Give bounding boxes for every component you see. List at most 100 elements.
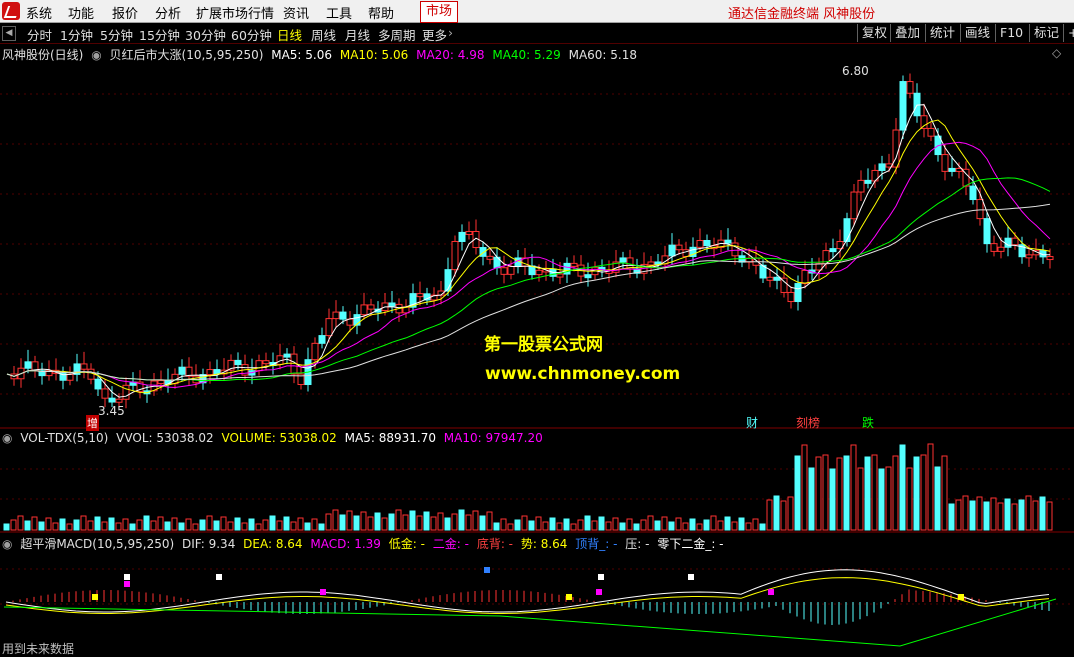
period-multi[interactable]: 多周期 xyxy=(378,25,416,44)
volume-value-label: VOLUME: 53038.02 xyxy=(221,431,337,445)
candle-body xyxy=(787,291,795,303)
marker-cai[interactable]: 财 xyxy=(746,414,758,431)
volume-bar xyxy=(381,517,388,531)
volume-indicator-name[interactable]: VOL-TDX(5,10) xyxy=(20,431,108,445)
period-intraday[interactable]: 分时 xyxy=(27,25,52,44)
add-button[interactable]: + xyxy=(1063,24,1074,42)
volume-bar xyxy=(353,515,360,531)
volume-bar xyxy=(255,523,262,531)
volume-bar xyxy=(633,523,640,531)
candle-body xyxy=(206,369,214,376)
candle-body xyxy=(360,304,368,316)
candle-body xyxy=(1004,237,1012,248)
volume-bar xyxy=(101,521,108,531)
volume-bar xyxy=(990,497,997,531)
volume-bar xyxy=(1025,495,1032,531)
candle-body xyxy=(556,273,564,278)
marker-die[interactable]: 跌 xyxy=(862,414,874,431)
period-weekly[interactable]: 周线 xyxy=(311,25,336,44)
volume-bar xyxy=(171,517,178,531)
vvol-label: VVOL: 53038.02 xyxy=(116,431,214,445)
menu-item-analysis[interactable]: 分析 xyxy=(155,3,181,22)
candle-body xyxy=(703,240,711,247)
overlay-button[interactable]: 叠加 xyxy=(890,24,924,42)
candle-body xyxy=(990,243,998,252)
candle-body xyxy=(570,262,578,267)
volume-bar xyxy=(549,517,556,531)
candle-body xyxy=(262,360,270,365)
period-1min[interactable]: 1分钟 xyxy=(60,25,93,44)
period-monthly[interactable]: 月线 xyxy=(345,25,370,44)
menu-item-quote[interactable]: 报价 xyxy=(112,3,138,22)
signal-marker xyxy=(958,594,964,600)
menu-item-extended-market[interactable]: 扩展市场行情 xyxy=(196,3,274,22)
draw-line-button[interactable]: 画线 xyxy=(960,24,994,42)
menu-item-system[interactable]: 系统 xyxy=(26,3,52,22)
volume-bar xyxy=(703,519,710,531)
more-chevron-icon[interactable]: › xyxy=(448,25,453,40)
app-logo-icon[interactable] xyxy=(2,2,20,20)
ma40-label: MA40: 5.29 xyxy=(492,48,561,62)
volume-bar xyxy=(857,467,864,531)
candle-body xyxy=(339,311,347,320)
statistics-button[interactable]: 统计 xyxy=(925,24,959,42)
market-tab[interactable]: 市场 xyxy=(420,1,458,23)
f10-button[interactable]: F10 xyxy=(995,24,1027,42)
volume-bar xyxy=(570,523,577,531)
volume-bar xyxy=(738,517,745,531)
ma10-label: MA10: 5.06 xyxy=(339,48,409,62)
volume-bar xyxy=(290,521,297,531)
volume-bar xyxy=(178,522,185,531)
volume-bar xyxy=(472,510,479,531)
volume-bar xyxy=(402,514,409,531)
volume-bar xyxy=(451,513,458,531)
volume-bar xyxy=(500,518,507,531)
signal-marker xyxy=(124,574,130,580)
macd-toggle-icon[interactable]: ◉ xyxy=(2,537,12,551)
marker-zeng[interactable]: 增 xyxy=(86,415,99,431)
volume-bar xyxy=(892,455,899,531)
volume-bar xyxy=(465,514,472,531)
toolbar-left-arrow-icon[interactable]: ◀ xyxy=(2,26,16,41)
volume-bar xyxy=(927,443,934,531)
menu-item-help[interactable]: 帮助 xyxy=(368,3,394,22)
indicator-name-label[interactable]: 贝红后市大涨(10,5,95,250) xyxy=(110,48,264,62)
candle-body xyxy=(948,167,956,172)
candle-body xyxy=(766,276,774,281)
period-daily[interactable]: 日线 xyxy=(277,25,302,44)
period-60min[interactable]: 60分钟 xyxy=(231,25,272,44)
adjust-rights-button[interactable]: 复权 xyxy=(857,24,891,42)
volume-bar xyxy=(3,523,10,531)
period-30min[interactable]: 30分钟 xyxy=(185,25,226,44)
volume-bar xyxy=(654,520,661,531)
period-more[interactable]: 更多 xyxy=(422,25,447,44)
menu-item-news[interactable]: 资讯 xyxy=(283,3,309,22)
mark-button[interactable]: 标记 xyxy=(1029,24,1063,42)
volume-bar xyxy=(591,520,598,531)
period-15min[interactable]: 15分钟 xyxy=(139,25,180,44)
indicator-toggle-icon[interactable]: ◉ xyxy=(91,48,101,62)
volume-bar xyxy=(192,523,199,531)
diamond-icon[interactable]: ◇ xyxy=(1052,46,1061,60)
volume-bar xyxy=(647,515,654,531)
period-5min[interactable]: 5分钟 xyxy=(100,25,133,44)
volume-legend: ◉ VOL-TDX(5,10) VVOL: 53038.02 VOLUME: 5… xyxy=(2,431,547,445)
marker-bang[interactable]: 刻榜 xyxy=(796,414,820,431)
candle-body xyxy=(213,369,221,375)
volume-bar xyxy=(304,522,311,531)
menu-item-tools[interactable]: 工具 xyxy=(326,3,352,22)
volume-bar xyxy=(556,522,563,531)
candle-body xyxy=(864,179,872,184)
main-legend: 风神股份(日线) ◉ 贝红后市大涨(10,5,95,250) MA5: 5.06… xyxy=(2,46,641,63)
candle-body xyxy=(80,363,88,370)
candle-body xyxy=(584,274,592,279)
volume-bar xyxy=(458,509,465,531)
macd-indicator-name[interactable]: 超平滑MACD(10,5,95,250) xyxy=(20,537,174,551)
volume-bar xyxy=(843,455,850,531)
candle-body xyxy=(465,230,473,235)
volume-bar xyxy=(542,521,549,531)
volume-bar xyxy=(955,499,962,531)
menu-item-function[interactable]: 功能 xyxy=(68,3,94,22)
volume-toggle-icon[interactable]: ◉ xyxy=(2,431,12,445)
watermark-title: 第一股票公式网 xyxy=(484,335,603,355)
